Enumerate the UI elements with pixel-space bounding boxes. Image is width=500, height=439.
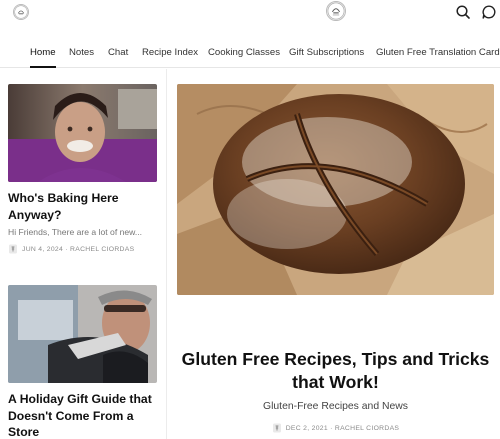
nav-item-cooking-classes[interactable]: Cooking Classes [208, 47, 280, 58]
nav-item-notes[interactable]: Notes [69, 47, 94, 58]
publication-logo-icon[interactable] [13, 4, 29, 20]
nav-item-gift-subscriptions[interactable]: Gift Subscriptions [289, 47, 364, 58]
nav-item-chat[interactable]: Chat [108, 47, 128, 58]
post-excerpt: Hi Friends, There are a lot of new... [8, 227, 143, 237]
post-meta: JUN 4, 2024 · RACHEL CIORDAS [8, 244, 134, 256]
featured-post-title[interactable]: Gluten Free Recipes, Tips and Tricks tha… [177, 348, 494, 394]
top-bar [0, 0, 500, 38]
featured-date-author: DEC 2, 2021 · RACHEL CIORDAS [285, 424, 400, 432]
main-nav: Home Notes Chat Recipe Index Cooking Cla… [0, 38, 500, 68]
chat-bubble-icon[interactable] [481, 4, 497, 20]
featured-post-subtitle: Gluten-Free Recipes and News [263, 401, 408, 412]
pin-icon [272, 423, 281, 433]
author-portrait-photo[interactable] [8, 84, 157, 182]
publication-logo-icon[interactable] [326, 1, 346, 21]
nav-item-recipe-index[interactable]: Recipe Index [142, 47, 198, 58]
search-icon[interactable] [455, 4, 471, 20]
featured-post-meta: DEC 2, 2021 · RACHEL CIORDAS [177, 423, 494, 433]
post-date-author: JUN 4, 2024 · RACHEL CIORDAS [22, 245, 135, 253]
gift-guide-photo[interactable] [8, 285, 157, 383]
pin-icon [9, 244, 17, 254]
post-title[interactable]: Who's Baking Here Anyway? [8, 190, 160, 223]
column-divider [166, 69, 167, 439]
sourdough-bread-photo[interactable] [177, 84, 494, 295]
nav-item-gluten-free-translation-cards[interactable]: Gluten Free Translation Cards [376, 47, 500, 58]
active-tab-indicator [30, 66, 56, 68]
nav-item-home[interactable]: Home [30, 47, 56, 58]
post-title[interactable]: A Holiday Gift Guide that Doesn't Come F… [8, 391, 160, 439]
